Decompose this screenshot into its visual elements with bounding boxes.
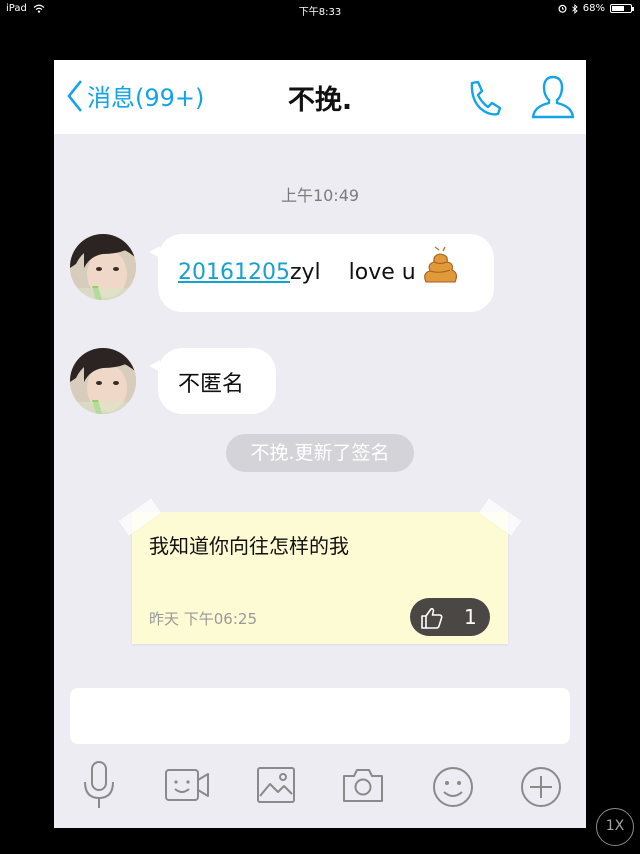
battery-percent: 68% — [582, 3, 605, 14]
message-text: 不匿名 — [178, 372, 245, 397]
status-time: 下午8:33 — [298, 7, 342, 18]
profile-icon[interactable] — [530, 74, 576, 120]
like-button[interactable]: 1 — [410, 598, 490, 636]
thumbs-up-icon — [421, 607, 443, 629]
avatar[interactable] — [70, 348, 136, 414]
plus-icon[interactable] — [520, 766, 562, 808]
message-bubble[interactable]: 20161205 zyl love u — [149, 234, 494, 312]
message-text: zyl love u — [289, 259, 416, 285]
signature-card[interactable]: 我知道你向往怎样的我 昨天 下午06:25 1 — [118, 498, 522, 644]
camera-icon[interactable] — [342, 766, 384, 804]
message-bubble[interactable]: 不匿名 — [149, 348, 276, 414]
tape-decoration — [478, 498, 522, 536]
video-icon[interactable] — [164, 766, 210, 804]
system-notice: 不挽.更新了签名 — [226, 434, 414, 472]
voice-icon[interactable] — [80, 760, 118, 810]
battery-icon — [610, 4, 634, 13]
alarm-icon — [558, 4, 567, 13]
chat-window: 消息(99+) 不挽. 上午10:49 20161205zyl love u — [54, 60, 586, 828]
message-input[interactable] — [70, 688, 570, 744]
poop-emoji-icon — [423, 246, 457, 283]
like-count: 1 — [464, 605, 477, 629]
bluetooth-icon — [571, 3, 578, 14]
signature-text: 我知道你向往怎样的我 — [149, 534, 349, 558]
avatar[interactable] — [70, 234, 136, 300]
emoji-icon[interactable] — [432, 766, 474, 808]
chat-timestamp: 上午10:49 — [280, 186, 360, 205]
phone-icon[interactable] — [464, 78, 504, 118]
message-content: 20161205 zyl love u — [178, 246, 461, 288]
status-bar: iPad 下午8:33 68% — [0, 0, 640, 18]
image-icon[interactable] — [256, 766, 296, 804]
signature-date: 昨天 下午06:25 — [149, 610, 257, 628]
status-right: 68% — [558, 3, 634, 14]
zoom-button[interactable]: 1X — [596, 808, 634, 846]
avatar-image — [70, 234, 136, 300]
page-title: 不挽. — [287, 85, 353, 116]
input-toolbar — [54, 760, 586, 814]
message-link[interactable]: 20161205 — [178, 260, 290, 285]
nav-bar: 消息(99+) 不挽. — [54, 60, 586, 134]
avatar-image — [70, 348, 136, 414]
